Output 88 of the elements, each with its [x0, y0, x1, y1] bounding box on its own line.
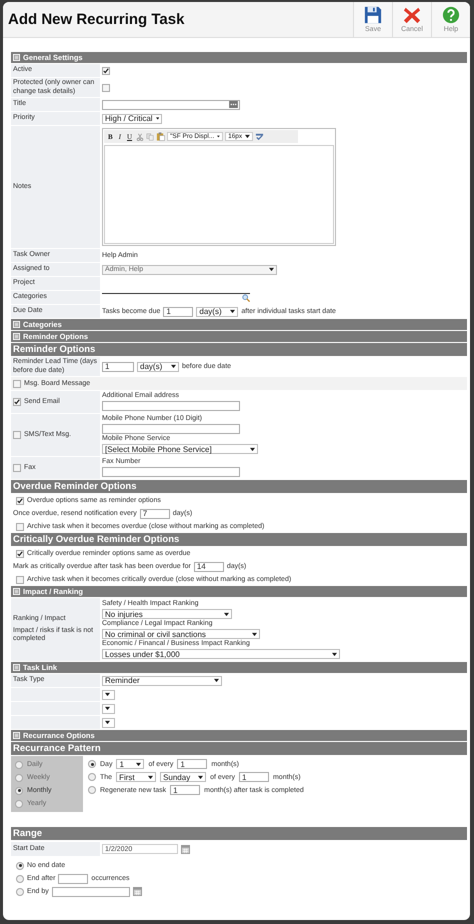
- collapse-icon: [13, 321, 20, 328]
- radio-button[interactable]: [15, 786, 23, 794]
- checkbox[interactable]: [13, 380, 21, 388]
- caret-icon: [224, 612, 229, 616]
- checkbox[interactable]: [13, 431, 21, 439]
- radio-button[interactable]: [15, 760, 23, 768]
- input-field[interactable]: 1: [238, 772, 269, 782]
- caret-icon: [214, 678, 219, 683]
- caret-icon: [105, 720, 110, 725]
- input-field[interactable]: [102, 291, 250, 294]
- collapse-icon: [13, 588, 20, 595]
- radio-button[interactable]: [15, 774, 23, 782]
- section-header: Critically Overdue Reminder Options: [11, 533, 467, 546]
- collapse-icon: [13, 732, 20, 739]
- dropdown[interactable]: [Select Mobile Phone Service]: [102, 444, 258, 454]
- calendar-icon[interactable]: [181, 844, 190, 854]
- caret-icon: [105, 706, 110, 711]
- help-icon: [442, 6, 460, 24]
- radio-button[interactable]: [88, 786, 96, 794]
- input-field[interactable]: [102, 424, 240, 434]
- scissors-icon[interactable]: [136, 132, 144, 140]
- input-field[interactable]: [102, 467, 240, 477]
- radio-button[interactable]: [16, 874, 24, 882]
- checkbox[interactable]: [102, 84, 110, 92]
- input-field[interactable]: [102, 401, 240, 411]
- calendar-icon[interactable]: [132, 887, 142, 896]
- ellipsis-icon[interactable]: [229, 101, 238, 108]
- radio-button[interactable]: [16, 888, 24, 896]
- radio-button[interactable]: [15, 800, 23, 808]
- window-title: Add New Recurring Task: [8, 11, 184, 28]
- section-header: Range: [11, 827, 467, 840]
- input-field[interactable]: 1: [177, 759, 208, 769]
- spellcheck-icon[interactable]: [255, 132, 264, 141]
- input-field[interactable]: 14: [194, 562, 224, 572]
- radio-button[interactable]: [88, 760, 96, 768]
- section-header: Overdue Reminder Options: [11, 480, 467, 493]
- dropdown[interactable]: No injuries: [102, 609, 232, 619]
- dropdown[interactable]: High / Critical: [102, 114, 162, 124]
- search-icon[interactable]: [242, 294, 250, 302]
- dropdown[interactable]: [102, 704, 115, 714]
- checkbox[interactable]: [16, 522, 24, 530]
- caret-icon: [136, 762, 142, 766]
- input-field[interactable]: 1: [170, 785, 200, 795]
- input-field[interactable]: 1: [163, 306, 194, 316]
- checkbox[interactable]: [16, 550, 24, 558]
- dropdown[interactable]: Sunday: [160, 772, 206, 782]
- input-field[interactable]: 1: [102, 362, 134, 372]
- caret-icon: [269, 267, 274, 272]
- dropdown[interactable]: [102, 718, 115, 728]
- dropdown[interactable]: Reminder: [102, 676, 222, 686]
- checkbox[interactable]: [16, 576, 24, 584]
- caret-icon: [105, 692, 110, 697]
- caret-icon: [148, 774, 154, 780]
- dropdown[interactable]: 1: [116, 759, 144, 769]
- dropdown[interactable]: day(s): [196, 306, 238, 316]
- input-field[interactable]: 7: [140, 508, 170, 518]
- collapse-icon: [13, 54, 20, 61]
- dropdown[interactable]: First: [116, 772, 156, 782]
- input-field[interactable]: [58, 874, 88, 884]
- caret-icon: [198, 774, 204, 780]
- section-header: Recurrance Pattern: [11, 742, 467, 755]
- close-icon: [403, 6, 421, 24]
- notes-textarea[interactable]: [104, 145, 334, 244]
- dropdown[interactable]: [102, 690, 115, 700]
- radio-button[interactable]: [88, 773, 96, 781]
- caret-icon: [171, 364, 176, 369]
- copy-icon[interactable]: [146, 132, 154, 140]
- collapse-icon: [13, 333, 20, 340]
- caret-icon: [332, 652, 337, 656]
- clipboard-icon[interactable]: [156, 132, 166, 141]
- checkbox[interactable]: [16, 496, 24, 504]
- checkbox[interactable]: [102, 66, 110, 74]
- caret-icon: [217, 134, 220, 139]
- input-field[interactable]: [102, 100, 240, 110]
- caret-icon: [250, 446, 255, 452]
- caret-icon: [245, 134, 250, 139]
- dropdown[interactable]: day(s): [137, 362, 179, 372]
- caret-icon: [156, 116, 159, 121]
- dropdown[interactable]: No criminal or civil sanctions: [102, 629, 260, 639]
- radio-button[interactable]: [16, 862, 24, 870]
- caret-icon: [252, 632, 257, 636]
- collapse-icon: [13, 664, 20, 671]
- dropdown[interactable]: Losses under $1,000: [102, 649, 340, 659]
- checkbox[interactable]: [13, 464, 21, 472]
- checkbox[interactable]: [13, 398, 21, 406]
- caret-icon: [230, 309, 236, 314]
- input-field[interactable]: [52, 886, 130, 896]
- section-header: Reminder Options: [11, 343, 467, 356]
